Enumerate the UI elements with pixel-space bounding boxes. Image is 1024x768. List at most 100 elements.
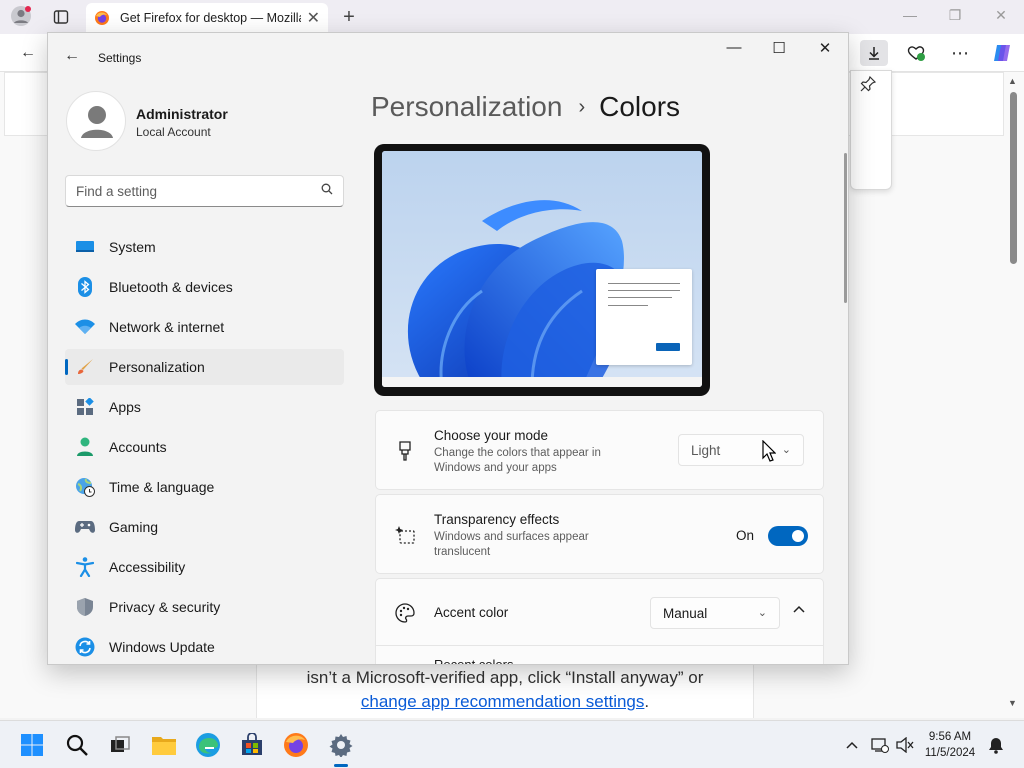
settings-back-icon[interactable]: ← xyxy=(64,47,84,65)
sidebar-item-label: System xyxy=(109,239,156,255)
settings-scrollbar[interactable] xyxy=(844,153,847,303)
active-indicator xyxy=(65,359,68,375)
sidebar-item-label: Apps xyxy=(109,399,141,415)
settings-maximize-icon[interactable]: ☐ xyxy=(764,39,794,57)
install-instruction-line2: change app recommendation settings. xyxy=(257,692,753,712)
period-text: . xyxy=(644,692,650,711)
transparency-subtitle: Windows and surfaces appear translucent xyxy=(434,531,589,558)
accent-title: Accent color xyxy=(434,605,509,620)
app-recommendation-link[interactable]: change app recommendation settings xyxy=(361,692,645,711)
browser-minimize-icon[interactable]: — xyxy=(897,7,923,23)
sidebar-item-label: Personalization xyxy=(109,359,205,375)
sidebar-item-label: Time & language xyxy=(109,479,215,495)
paint-bucket-icon xyxy=(394,440,416,462)
microsoft-store-icon[interactable] xyxy=(236,729,268,761)
search-input[interactable] xyxy=(76,183,321,199)
mode-subtitle: Change the colors that appear in Windows… xyxy=(434,447,601,474)
browser-tab-bar: Get Firefox for desktop — Mozilla ✕ + — … xyxy=(0,0,1024,34)
sidebar-toggle-icon[interactable] xyxy=(50,6,72,28)
extension-status-icon[interactable] xyxy=(904,42,928,64)
account-type: Local Account xyxy=(136,125,211,139)
shield-icon xyxy=(75,597,95,617)
new-tab-icon[interactable]: + xyxy=(338,6,360,28)
edge-browser-icon[interactable] xyxy=(192,729,224,761)
more-menu-icon[interactable]: ⋯ xyxy=(948,42,972,64)
mode-dropdown[interactable]: Light ⌄ xyxy=(678,434,804,466)
network-tray-icon[interactable] xyxy=(870,735,890,755)
browser-tab-active[interactable]: Get Firefox for desktop — Mozilla ✕ xyxy=(86,3,328,32)
settings-minimize-icon[interactable]: — xyxy=(719,39,749,56)
browser-close-icon[interactable]: ✕ xyxy=(988,7,1014,24)
toggle-knob xyxy=(792,530,804,542)
chevron-down-icon: ⌄ xyxy=(781,444,791,456)
recent-colors-label: Recent colors xyxy=(434,657,514,665)
transparency-card: Transparency effects Windows and surface… xyxy=(375,494,824,574)
chevron-up-tray-icon[interactable] xyxy=(842,735,862,755)
transparency-toggle[interactable] xyxy=(768,526,808,546)
user-name: Administrator xyxy=(136,106,228,122)
gamepad-icon xyxy=(75,517,95,537)
settings-gear-icon[interactable] xyxy=(325,729,357,761)
sidebar-item-label: Accounts xyxy=(109,439,167,455)
clock-date: 11/5/2024 xyxy=(924,747,976,759)
pin-icon[interactable] xyxy=(859,75,877,98)
sidebar-item-accounts[interactable]: Accounts xyxy=(65,429,344,465)
notification-bell-icon[interactable] xyxy=(986,735,1006,755)
page-install-text: isn’t a Microsoft-verified app, click “I… xyxy=(256,662,754,718)
mouse-cursor-icon xyxy=(762,439,777,467)
sidebar-item-label: Privacy & security xyxy=(109,599,221,615)
preview-accent-button xyxy=(656,343,680,351)
sidebar-item-network[interactable]: Network & internet xyxy=(65,309,344,345)
sidebar-item-personalization[interactable]: Personalization xyxy=(65,349,344,385)
scroll-up-icon[interactable]: ▲ xyxy=(1008,76,1017,86)
sidebar-item-apps[interactable]: Apps xyxy=(65,389,344,425)
sidebar-item-label: Accessibility xyxy=(109,559,186,575)
start-windows-icon[interactable] xyxy=(16,729,48,761)
sidebar-item-windows-update[interactable]: Windows Update xyxy=(65,629,344,664)
breadcrumb-separator-icon: › xyxy=(578,95,586,118)
mode-value: Light xyxy=(691,442,721,458)
monitor-icon xyxy=(75,237,95,257)
preview-window xyxy=(596,269,692,365)
theme-preview xyxy=(374,144,710,396)
chevron-up-icon[interactable] xyxy=(792,603,806,617)
accessibility-icon xyxy=(75,557,95,577)
sidebar-item-bluetooth[interactable]: Bluetooth & devices xyxy=(65,269,344,305)
palette-icon xyxy=(394,602,416,624)
scroll-down-icon[interactable]: ▼ xyxy=(1008,698,1017,708)
search-icon[interactable] xyxy=(321,182,333,200)
sidebar-item-system[interactable]: System xyxy=(65,229,344,265)
downloads-icon[interactable] xyxy=(860,40,888,66)
breadcrumb-parent[interactable]: Personalization xyxy=(371,91,562,123)
accent-color-card: Accent color Manual ⌄ Recent colors xyxy=(375,578,824,665)
task-view-icon[interactable] xyxy=(104,729,136,761)
settings-window-title: Settings xyxy=(98,51,142,65)
taskbar-clock[interactable]: 9:56 AM 11/5/2024 xyxy=(918,729,982,761)
update-icon xyxy=(75,637,95,657)
volume-muted-icon[interactable] xyxy=(895,735,915,755)
settings-close-icon[interactable]: ✕ xyxy=(810,39,840,57)
sidebar-item-accessibility[interactable]: Accessibility xyxy=(65,549,344,585)
copilot-icon[interactable] xyxy=(990,42,1014,64)
sidebar-item-gaming[interactable]: Gaming xyxy=(65,509,344,545)
back-arrow-icon[interactable]: ← xyxy=(16,42,40,64)
file-explorer-icon[interactable] xyxy=(148,729,180,761)
tab-close-icon[interactable]: ✕ xyxy=(307,8,320,28)
browser-restore-icon[interactable]: ❐ xyxy=(942,7,968,24)
choose-mode-card: Choose your mode Change the colors that … xyxy=(375,410,824,490)
firefox-logo-icon xyxy=(94,10,110,26)
page-scrollbar[interactable]: ▲ ▼ xyxy=(1006,72,1020,718)
breadcrumb: Personalization › Colors xyxy=(371,91,680,123)
page-scrollbar-thumb[interactable] xyxy=(1010,92,1017,264)
taskbar-search-icon[interactable] xyxy=(61,729,93,761)
avatar[interactable] xyxy=(66,91,126,151)
brush-icon xyxy=(75,357,95,377)
wallpaper-preview xyxy=(382,151,702,387)
accent-dropdown[interactable]: Manual ⌄ xyxy=(650,597,780,629)
firefox-taskbar-icon[interactable] xyxy=(280,729,312,761)
sidebar-item-privacy-security[interactable]: Privacy & security xyxy=(65,589,344,625)
sidebar-item-time-language[interactable]: Time & language xyxy=(65,469,344,505)
search-box xyxy=(65,175,344,207)
firefox-account-icon[interactable] xyxy=(10,5,32,27)
apps-icon xyxy=(75,397,95,417)
